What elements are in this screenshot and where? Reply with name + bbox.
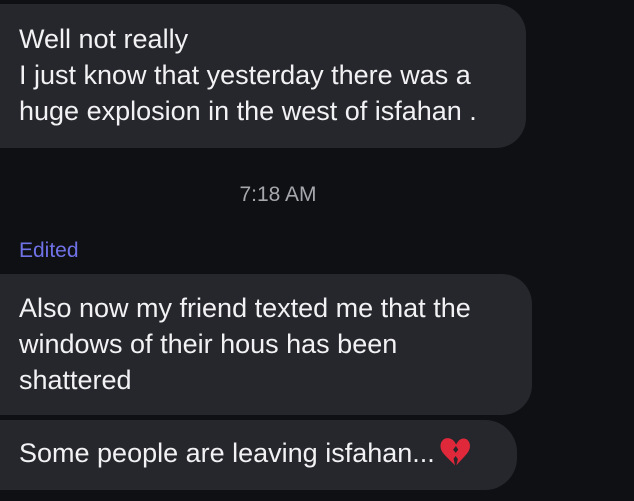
message-line: Also now my friend texted me that the [19,293,471,323]
broken-heart-icon [440,438,470,466]
message-timestamp: 7:18 AM [239,183,317,206]
message-line: I just know that yesterday there was a [19,60,471,90]
message-line: Well not really [19,24,189,54]
message-bubble[interactable]: Well not really I just know that yesterd… [0,4,526,148]
message-text: Some people are leaving isfahan... [19,438,435,468]
message-line: Some people are leaving isfahan... [19,435,517,471]
message-line: windows of their hous has been [19,329,398,359]
message-line: shattered [19,365,132,395]
edited-label: Edited [19,239,79,262]
message-bubble[interactable]: Some people are leaving isfahan... [0,420,517,490]
chat-thread: Well not really I just know that yesterd… [0,0,634,501]
message-bubble[interactable]: Also now my friend texted me that the wi… [0,274,532,415]
message-line: huge explosion in the west of isfahan . [19,96,477,126]
